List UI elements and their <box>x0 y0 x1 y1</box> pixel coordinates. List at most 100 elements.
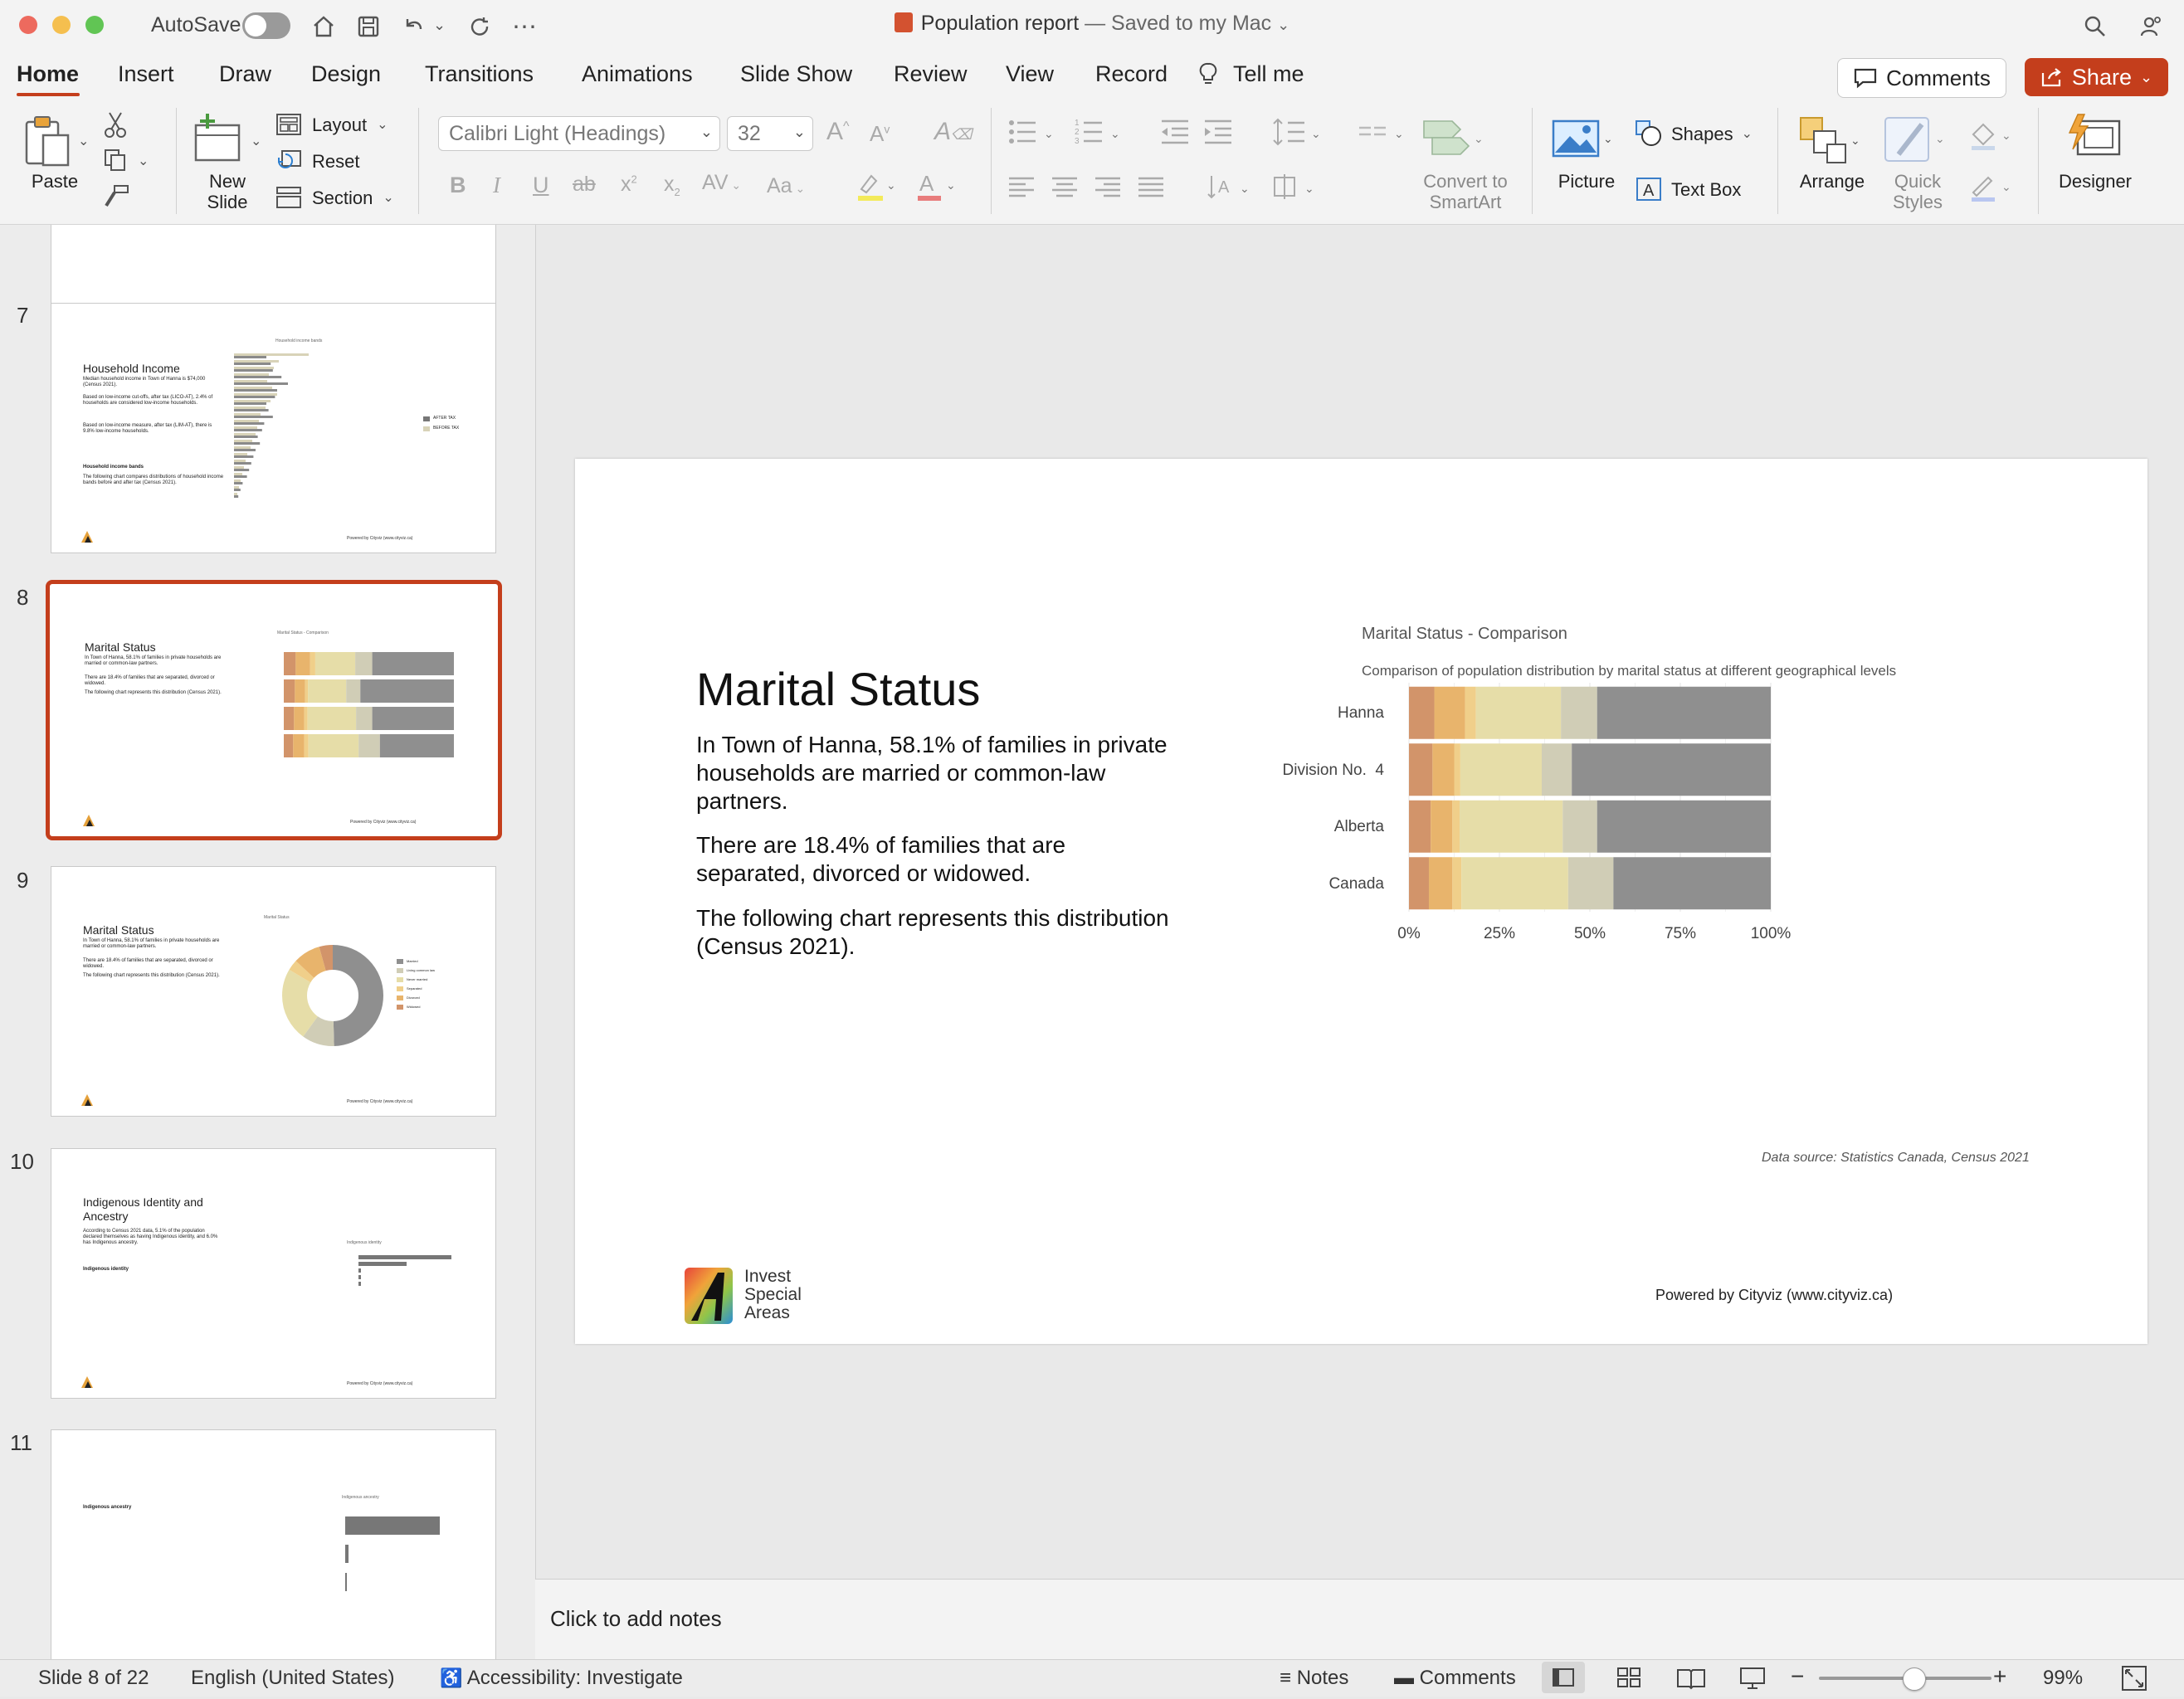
search-icon[interactable] <box>2079 10 2112 43</box>
line-spacing-icon[interactable]: ⌄ <box>1271 118 1324 150</box>
normal-view-button[interactable] <box>1542 1662 1585 1693</box>
new-slide-button[interactable] <box>191 112 247 171</box>
font-name-select[interactable]: Calibri Light (Headings) ⌄ <box>438 116 720 151</box>
tab-transitions[interactable]: Transitions <box>425 61 534 87</box>
underline-icon[interactable]: U <box>533 173 549 198</box>
chart-bar-segment[interactable] <box>1409 686 1435 739</box>
chart-bar-segment[interactable] <box>1542 743 1572 796</box>
format-painter-icon[interactable] <box>103 184 129 216</box>
slide-thumbnail-8[interactable]: Marital Status In Town of Hanna, 58.1% o… <box>46 580 502 840</box>
chart-bar-segment[interactable] <box>1597 800 1771 853</box>
zoom-in-icon[interactable]: + <box>1993 1663 2006 1690</box>
slide-paragraph-1[interactable]: In Town of Hanna, 58.1% of families in p… <box>696 731 1177 815</box>
shape-outline-icon[interactable]: ⌄ <box>1968 171 2018 207</box>
bullets-icon[interactable]: ⌄ <box>1007 118 1057 150</box>
paste-button[interactable] <box>18 112 78 176</box>
tab-view[interactable]: View <box>1006 61 1054 87</box>
chart-bar-segment[interactable] <box>1454 743 1460 796</box>
slide-thumbnail-pane[interactable]: Powered by Cityviz (www.cityviz.ca) 7 Ho… <box>0 225 535 1659</box>
share-people-icon[interactable] <box>2134 10 2167 43</box>
columns-icon[interactable]: ⌄ <box>1358 118 1407 150</box>
convert-smartart-button[interactable]: ⌄ <box>1421 116 1487 163</box>
chart-bar-segment[interactable] <box>1460 743 1543 796</box>
text-box-button[interactable]: A Text Box <box>1635 176 1741 202</box>
italic-icon[interactable]: I <box>493 173 500 198</box>
accessibility-status[interactable]: ♿ Accessibility: Investigate <box>440 1667 683 1690</box>
slide-paragraph-3[interactable]: The following chart represents this dist… <box>696 904 1177 961</box>
strikethrough-icon[interactable]: ab <box>573 173 596 197</box>
highlight-color-icon[interactable]: ⌄ <box>856 171 898 207</box>
increase-indent-icon[interactable] <box>1203 118 1233 150</box>
chart-bar-segment[interactable] <box>1572 743 1771 796</box>
zoom-out-icon[interactable]: − <box>1791 1663 1804 1690</box>
chart-bar-segment[interactable] <box>1460 800 1563 853</box>
chart-bar-segment[interactable] <box>1613 857 1771 910</box>
bold-icon[interactable]: B <box>450 173 466 198</box>
increase-font-size-icon[interactable]: A^ <box>826 118 850 146</box>
subscript-icon[interactable]: x2 <box>664 173 680 198</box>
tab-insert[interactable]: Insert <box>118 61 174 87</box>
reading-view-button[interactable] <box>1675 1662 1708 1699</box>
align-right-icon[interactable] <box>1094 176 1122 203</box>
comments-toggle[interactable]: ▬ Comments <box>1394 1667 1516 1690</box>
align-text-icon[interactable]: ⌄ <box>1268 173 1321 205</box>
notes-placeholder[interactable]: Click to add notes <box>550 1606 722 1632</box>
slide-thumbnail-7[interactable]: Household Income Median household income… <box>51 303 496 553</box>
chart-bar-segment[interactable] <box>1431 800 1453 853</box>
language-status[interactable]: English (United States) <box>191 1667 394 1690</box>
decrease-font-size-icon[interactable]: Av <box>870 121 890 147</box>
share-button[interactable]: Share ⌄ <box>2025 58 2168 96</box>
align-center-icon[interactable] <box>1051 176 1079 203</box>
decrease-indent-icon[interactable] <box>1160 118 1190 150</box>
clear-formatting-icon[interactable]: A⌫ <box>934 118 972 146</box>
slide-paragraph-2[interactable]: There are 18.4% of families that are sep… <box>696 831 1177 888</box>
shape-fill-icon[interactable]: ⌄ <box>1968 119 2018 155</box>
chart-bar-segment[interactable] <box>1409 857 1429 910</box>
justify-icon[interactable] <box>1137 176 1165 203</box>
superscript-icon[interactable]: x2 <box>621 173 637 197</box>
cut-icon[interactable] <box>103 111 128 146</box>
chart-bar-segment[interactable] <box>1561 686 1597 739</box>
numbering-icon[interactable]: 1 2 3 ⌄ <box>1074 118 1124 150</box>
chart-bar-segment[interactable] <box>1597 686 1771 739</box>
chart-bar-segment[interactable] <box>1567 857 1614 910</box>
text-direction-icon[interactable]: A ⌄ <box>1207 173 1253 205</box>
chart-bar-segment[interactable] <box>1452 800 1460 853</box>
picture-button[interactable]: ⌄ <box>1552 118 1618 163</box>
slide-thumbnail-11[interactable]: Indigenous ancestry Indigenous ancestry <box>51 1429 496 1659</box>
tab-review[interactable]: Review <box>894 61 968 87</box>
zoom-level[interactable]: 99% <box>2043 1667 2083 1690</box>
section-button[interactable]: Section ⌄ <box>275 186 394 209</box>
slide-show-button[interactable] <box>1736 1662 1769 1699</box>
reset-button[interactable]: Reset <box>275 149 359 173</box>
tab-slide-show[interactable]: Slide Show <box>740 61 852 87</box>
slide-sorter-button[interactable] <box>1613 1662 1646 1699</box>
new-slide-chevron-down-icon[interactable]: ⌄ <box>251 133 261 149</box>
chart-bar-segment[interactable] <box>1475 686 1562 739</box>
copy-chevron-down-icon[interactable]: ⌄ <box>138 153 149 169</box>
designer-button[interactable] <box>2066 113 2124 168</box>
chart-bar-segment[interactable] <box>1432 743 1455 796</box>
fit-to-window-button[interactable] <box>2119 1663 2149 1699</box>
align-left-icon[interactable] <box>1007 176 1036 203</box>
tab-tell-me[interactable]: Tell me <box>1233 61 1304 87</box>
quick-styles-button[interactable]: ⌄ <box>1882 113 1952 170</box>
comments-button[interactable]: Comments <box>1837 58 2006 98</box>
layout-button[interactable]: Layout ⌄ <box>275 113 388 136</box>
font-size-select[interactable]: 32 ⌄ <box>727 116 813 151</box>
title-chevron-down-icon[interactable]: ⌄ <box>1277 17 1289 33</box>
tab-design[interactable]: Design <box>311 61 381 87</box>
current-slide[interactable]: Marital Status In Town of Hanna, 58.1% o… <box>575 459 2147 1344</box>
tab-record[interactable]: Record <box>1095 61 1168 87</box>
notes-toggle[interactable]: ≡ Notes <box>1280 1667 1348 1690</box>
character-spacing-icon[interactable]: AV ⌄ <box>702 171 741 195</box>
chart-bar-segment[interactable] <box>1461 857 1568 910</box>
chart-bar-segment[interactable] <box>1409 743 1433 796</box>
chart-bar-segment[interactable] <box>1434 686 1465 739</box>
tab-animations[interactable]: Animations <box>582 61 693 87</box>
slide-thumbnail-10[interactable]: Indigenous Identity and Ancestry Accordi… <box>51 1148 496 1399</box>
tab-draw[interactable]: Draw <box>219 61 271 87</box>
copy-icon[interactable] <box>103 148 128 179</box>
notes-pane[interactable]: Click to add notes <box>535 1579 2184 1660</box>
paste-chevron-down-icon[interactable]: ⌄ <box>78 133 89 149</box>
